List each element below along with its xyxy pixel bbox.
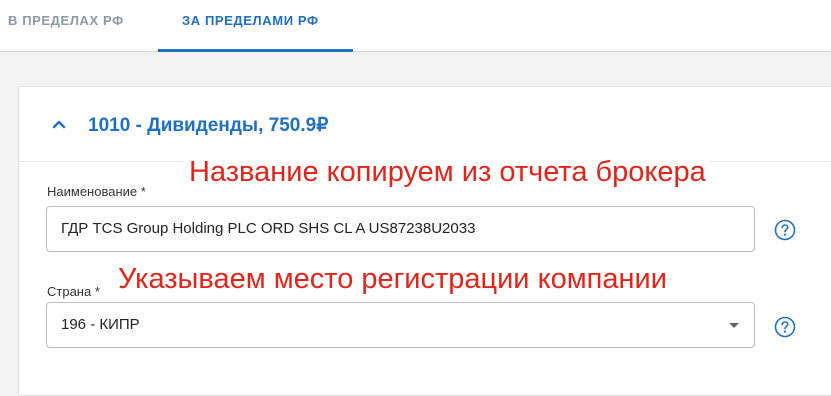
card-header-toggle[interactable]: 1010 - Дивиденды, 750.9₽ — [19, 87, 831, 162]
tab-outside-rf[interactable]: ЗА ПРЕДЕЛАМИ РФ — [182, 13, 319, 28]
country-help-icon[interactable] — [774, 316, 796, 338]
name-input-value: ГДР TCS Group Holding PLC ORD SHS CL A U… — [61, 220, 476, 237]
country-field-label: Страна * — [47, 284, 100, 299]
name-help-icon[interactable] — [774, 219, 796, 241]
name-input[interactable]: ГДР TCS Group Holding PLC ORD SHS CL A U… — [46, 206, 755, 252]
country-select-value: 196 - КИПР — [61, 316, 140, 333]
name-field-label: Наименование * — [47, 184, 146, 199]
tab-bar: В ПРЕДЕЛАХ РФ ЗА ПРЕДЕЛАМИ РФ — [0, 0, 831, 52]
chevron-up-icon[interactable] — [52, 119, 66, 129]
tab-inside-rf[interactable]: В ПРЕДЕЛАХ РФ — [8, 13, 124, 28]
name-annotation: Название копируем из отчета брокера — [185, 155, 710, 189]
dropdown-caret-icon — [729, 323, 739, 328]
country-select[interactable]: 196 - КИПР — [46, 302, 755, 348]
country-annotation: Указываем место регистрации компании — [114, 262, 671, 296]
income-card: 1010 - Дивиденды, 750.9₽ Наименование * … — [18, 86, 831, 396]
active-tab-indicator — [158, 49, 353, 52]
card-title: 1010 - Дивиденды, 750.9₽ — [88, 115, 329, 136]
